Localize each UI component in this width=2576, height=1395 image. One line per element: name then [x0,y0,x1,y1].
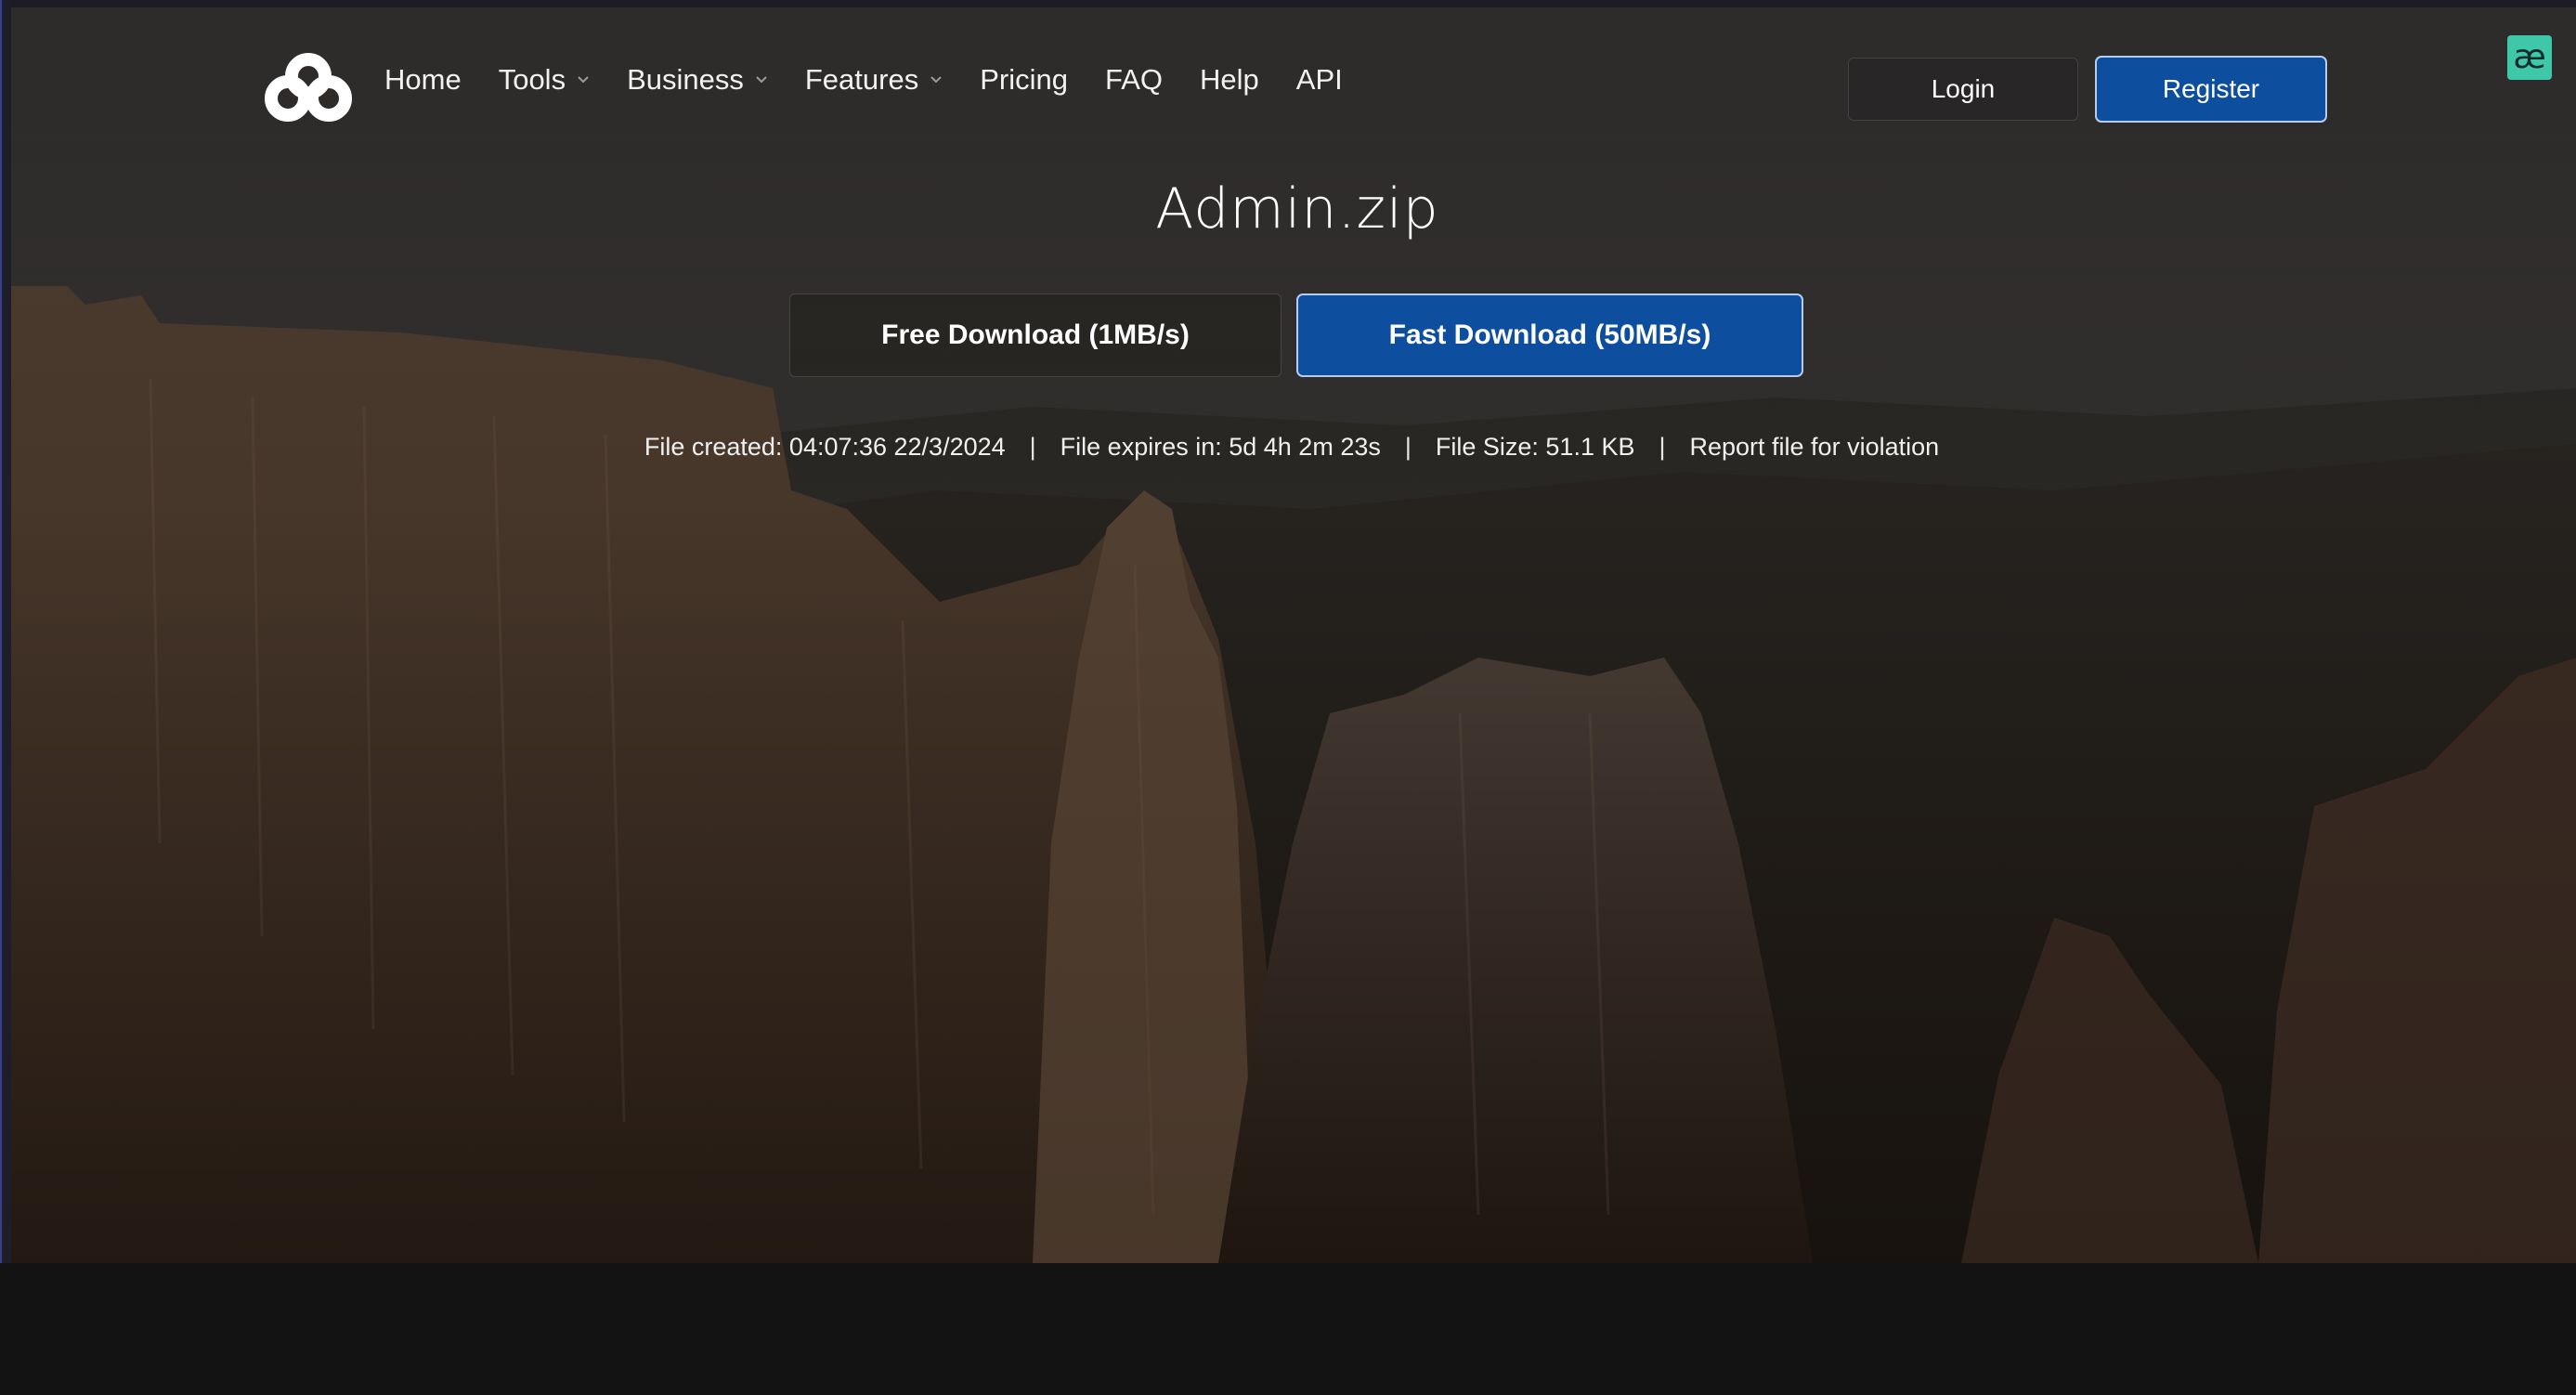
top-navigation: Home Tools Business Features Pricing FAQ [0,0,2576,167]
nav-help[interactable]: Help [1200,63,1259,97]
nav-faq-label: FAQ [1104,63,1163,96]
chevron-down-icon [930,76,942,84]
nav-faq[interactable]: FAQ [1105,63,1163,97]
chevron-down-icon [756,76,767,84]
nav-help-label: Help [1200,63,1259,96]
page: Home Tools Business Features Pricing FAQ [0,0,2576,1395]
file-meta-bar: File created: 04:07:36 22/3/2024 | File … [0,433,2576,462]
ae-extension-icon[interactable]: æ [2507,35,2552,80]
meta-separator: | [1029,433,1036,461]
nav-home[interactable]: Home [384,63,462,97]
file-expires-text: File expires in: 5d 4h 2m 23s [1060,433,1381,461]
nav-home-label: Home [384,63,462,96]
file-size-text: File Size: 51.1 KB [1435,433,1635,461]
login-button[interactable]: Login [1848,58,2078,121]
file-created-text: File created: 04:07:36 22/3/2024 [644,433,1006,461]
meta-separator: | [1659,433,1666,461]
nav-business[interactable]: Business [627,63,768,97]
nav-features-label: Features [804,63,919,96]
nav-pricing[interactable]: Pricing [980,63,1068,97]
nav-menu: Home Tools Business Features Pricing FAQ [384,63,1380,97]
meta-separator: | [1404,433,1412,461]
nav-business-label: Business [627,63,744,96]
chevron-down-icon [578,76,589,84]
report-violation-link[interactable]: Report file for violation [1690,433,1940,462]
free-download-button[interactable]: Free Download (1MB/s) [789,293,1281,377]
nav-tools-label: Tools [498,63,566,96]
nav-tools[interactable]: Tools [499,63,590,97]
fast-download-button[interactable]: Fast Download (50MB/s) [1296,293,1803,377]
nav-api-label: API [1295,63,1343,96]
register-button[interactable]: Register [2095,56,2327,123]
file-name-title: Admin.zip [1155,176,1439,241]
brand-logo-icon[interactable] [264,52,353,123]
nav-features[interactable]: Features [805,63,943,97]
nav-pricing-label: Pricing [980,63,1068,96]
nav-api[interactable]: API [1296,63,1343,97]
